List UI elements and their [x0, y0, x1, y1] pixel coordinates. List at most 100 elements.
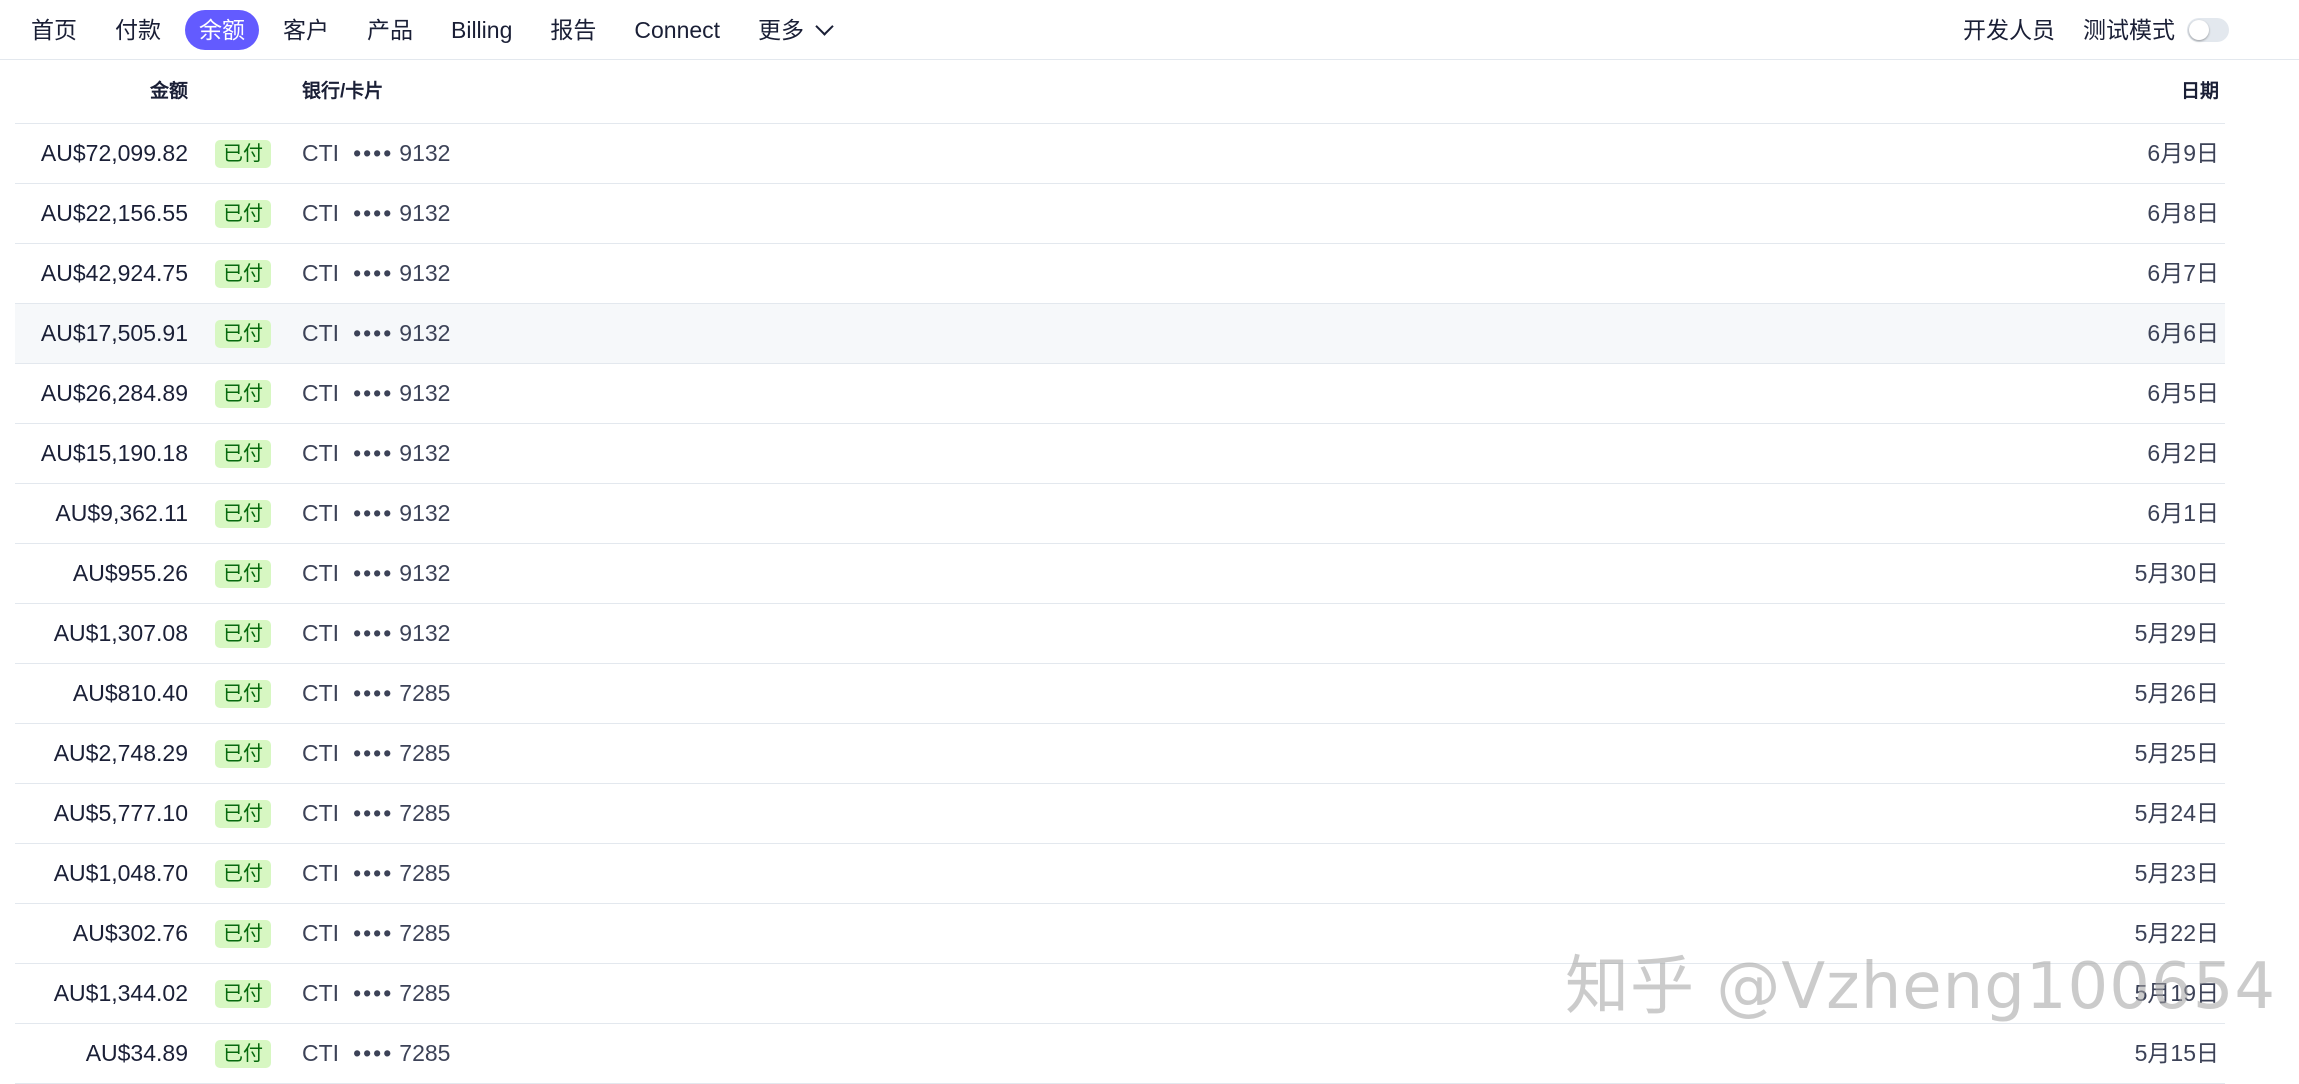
table-row[interactable]: AU$34.89 已付 CTI •••• 7285 5月15日 [15, 1024, 2225, 1084]
card-last4: 9132 [399, 140, 451, 166]
bank-card: CTI •••• 9132 [302, 544, 450, 603]
payout-amount: AU$1,307.08 [53, 620, 188, 646]
masked-digits: •••• [353, 380, 394, 406]
status-badge: 已付 [215, 320, 271, 348]
status-badge: 已付 [215, 500, 271, 528]
masked-digits: •••• [353, 140, 394, 166]
masked-digits: •••• [353, 980, 394, 1006]
nav-item-payments[interactable]: 付款 [101, 10, 175, 50]
status-badge: 已付 [215, 800, 271, 828]
payout-amount: AU$1,048.70 [53, 860, 188, 886]
nav-item-balances[interactable]: 余额 [185, 10, 259, 50]
payout-date: 5月25日 [2134, 740, 2219, 766]
bank-name: CTI [302, 740, 340, 766]
test-mode-control[interactable]: 测试模式 [2083, 16, 2229, 44]
table-row[interactable]: AU$810.40 已付 CTI •••• 7285 5月26日 [15, 664, 2225, 724]
table-row[interactable]: AU$42,924.75 已付 CTI •••• 9132 6月7日 [15, 244, 2225, 304]
column-header-bank[interactable]: 银行/卡片 [302, 80, 383, 104]
bank-name: CTI [302, 920, 340, 946]
masked-digits: •••• [353, 920, 394, 946]
masked-digits: •••• [353, 200, 394, 226]
masked-digits: •••• [353, 560, 394, 586]
payout-date: 5月30日 [2134, 560, 2219, 586]
payout-amount: AU$22,156.55 [40, 200, 188, 226]
payout-amount: AU$15,190.18 [40, 440, 188, 466]
masked-digits: •••• [353, 440, 394, 466]
payout-amount: AU$2,748.29 [53, 740, 188, 766]
table-row[interactable]: AU$2,748.29 已付 CTI •••• 7285 5月25日 [15, 724, 2225, 784]
payout-amount: AU$9,362.11 [55, 500, 188, 526]
bank-name: CTI [302, 320, 340, 346]
bank-card: CTI •••• 7285 [302, 724, 450, 783]
nav-item-connect[interactable]: Connect [620, 10, 734, 50]
nav-item-home[interactable]: 首页 [17, 10, 91, 50]
payout-date: 6月7日 [2147, 260, 2219, 286]
status-badge: 已付 [215, 1040, 271, 1068]
chevron-down-icon [815, 16, 834, 36]
card-last4: 9132 [399, 560, 451, 586]
nav-item-more[interactable]: 更多 [744, 10, 845, 50]
column-header-date[interactable]: 日期 [2181, 80, 2219, 104]
bank-card: CTI •••• 9132 [302, 304, 450, 363]
table-row[interactable]: AU$1,048.70 已付 CTI •••• 7285 5月23日 [15, 844, 2225, 904]
status-badge: 已付 [215, 740, 271, 768]
table-row[interactable]: AU$17,505.91 已付 CTI •••• 9132 6月6日 [15, 304, 2225, 364]
bank-name: CTI [302, 1040, 340, 1066]
nav-item-products[interactable]: 产品 [353, 10, 427, 50]
bank-name: CTI [302, 560, 340, 586]
card-last4: 7285 [399, 860, 451, 886]
bank-name: CTI [302, 380, 340, 406]
bank-card: CTI •••• 7285 [302, 964, 450, 1023]
nav-item-billing[interactable]: Billing [437, 10, 526, 50]
bank-card: CTI •••• 7285 [302, 844, 450, 903]
developers-link[interactable]: 开发人员 [1957, 10, 2061, 50]
card-last4: 7285 [399, 680, 451, 706]
nav-primary: 首页 付款 余额 客户 产品 Billing 报告 Connect 更多 [17, 10, 845, 50]
card-last4: 7285 [399, 980, 451, 1006]
bank-card: CTI •••• 7285 [302, 664, 450, 723]
payout-date: 6月8日 [2147, 200, 2219, 226]
card-last4: 9132 [399, 500, 451, 526]
bank-name: CTI [302, 260, 340, 286]
payout-amount: AU$42,924.75 [40, 260, 188, 286]
payout-date: 5月23日 [2134, 860, 2219, 886]
bank-card: CTI •••• 9132 [302, 184, 450, 243]
status-badge: 已付 [215, 260, 271, 288]
payout-amount: AU$5,777.10 [53, 800, 188, 826]
status-badge: 已付 [215, 980, 271, 1008]
bank-name: CTI [302, 200, 340, 226]
card-last4: 9132 [399, 620, 451, 646]
table-row[interactable]: AU$26,284.89 已付 CTI •••• 9132 6月5日 [15, 364, 2225, 424]
bank-card: CTI •••• 7285 [302, 784, 450, 843]
bank-name: CTI [302, 980, 340, 1006]
table-row[interactable]: AU$15,190.18 已付 CTI •••• 9132 6月2日 [15, 424, 2225, 484]
table-row[interactable]: AU$9,362.11 已付 CTI •••• 9132 6月1日 [15, 484, 2225, 544]
nav-item-customers[interactable]: 客户 [269, 10, 343, 50]
masked-digits: •••• [353, 740, 394, 766]
payout-amount: AU$955.26 [72, 560, 188, 586]
masked-digits: •••• [353, 320, 394, 346]
card-last4: 7285 [399, 800, 451, 826]
table-row[interactable]: AU$22,156.55 已付 CTI •••• 9132 6月8日 [15, 184, 2225, 244]
card-last4: 7285 [399, 740, 451, 766]
masked-digits: •••• [353, 260, 394, 286]
card-last4: 9132 [399, 200, 451, 226]
payout-date: 6月5日 [2147, 380, 2219, 406]
masked-digits: •••• [353, 1040, 394, 1066]
nav-item-reports[interactable]: 报告 [536, 10, 610, 50]
test-mode-toggle[interactable] [2187, 18, 2229, 42]
payout-amount: AU$810.40 [72, 680, 188, 706]
table-row[interactable]: AU$1,307.08 已付 CTI •••• 9132 5月29日 [15, 604, 2225, 664]
bank-name: CTI [302, 800, 340, 826]
table-header: 金额 银行/卡片 日期 [15, 70, 2225, 124]
bank-card: CTI •••• 7285 [302, 1024, 450, 1083]
bank-name: CTI [302, 860, 340, 886]
table-row[interactable]: AU$955.26 已付 CTI •••• 9132 5月30日 [15, 544, 2225, 604]
top-navigation: 首页 付款 余额 客户 产品 Billing 报告 Connect 更多 开发人… [0, 0, 2299, 60]
bank-name: CTI [302, 140, 340, 166]
column-header-amount[interactable]: 金额 [15, 80, 188, 104]
payout-date: 6月9日 [2147, 140, 2219, 166]
table-row[interactable]: AU$72,099.82 已付 CTI •••• 9132 6月9日 [15, 124, 2225, 184]
masked-digits: •••• [353, 680, 394, 706]
table-row[interactable]: AU$5,777.10 已付 CTI •••• 7285 5月24日 [15, 784, 2225, 844]
